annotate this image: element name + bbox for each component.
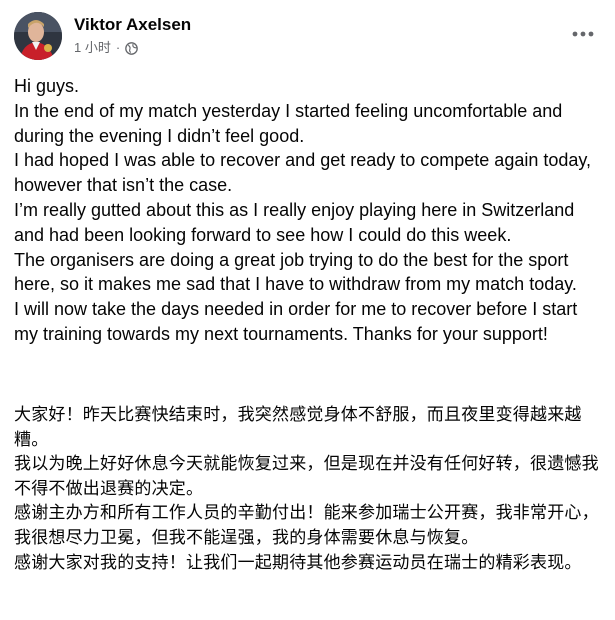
post-text-english: Hi guys. In the end of my match yesterda…: [14, 74, 604, 347]
profile-photo: [14, 12, 62, 60]
post-header: Viktor Axelsen 1 小时 ·: [14, 10, 601, 62]
paragraph: In the end of my match yesterday I start…: [14, 100, 563, 146]
paragraph: 感谢主办方和所有工作人员的辛勤付出！能来参加瑞士公开赛，我非常开心，我很想尽力卫…: [14, 503, 599, 548]
meta-separator: ·: [115, 40, 121, 55]
paragraph: 我以为晚上好好休息今天就能恢复过来，但是现在并没有任何好转，很遗憾我不得不做出退…: [14, 454, 599, 499]
paragraph: 大家好！昨天比赛快结束时，我突然感觉身体不舒服，而且夜里变得越来越糟。: [14, 405, 582, 450]
paragraph: 感谢大家对我的支持！让我们一起期待其他参赛运动员在瑞士的精彩表现。: [14, 552, 582, 573]
globe-icon[interactable]: [125, 41, 139, 55]
author-avatar[interactable]: [14, 12, 62, 60]
more-options-icon[interactable]: [565, 22, 601, 46]
post-timestamp[interactable]: 1 小时: [74, 39, 111, 57]
paragraph: I had hoped I was able to recover and ge…: [14, 150, 592, 196]
paragraph: I’m really gutted about this as I really…: [14, 199, 575, 245]
paragraph: I will now take the days needed in order…: [14, 299, 578, 344]
post-text-chinese: 大家好！昨天比赛快结束时，我突然感觉身体不舒服，而且夜里变得越来越糟。 我以为晚…: [14, 403, 600, 575]
paragraph: The organisers are doing a great job try…: [14, 249, 577, 295]
author-name[interactable]: Viktor Axelsen: [74, 14, 191, 36]
facebook-post: Viktor Axelsen 1 小时 · Hi guys. In the en…: [0, 0, 615, 620]
post-meta: 1 小时 ·: [74, 39, 139, 57]
paragraph: Hi guys.: [14, 76, 80, 96]
